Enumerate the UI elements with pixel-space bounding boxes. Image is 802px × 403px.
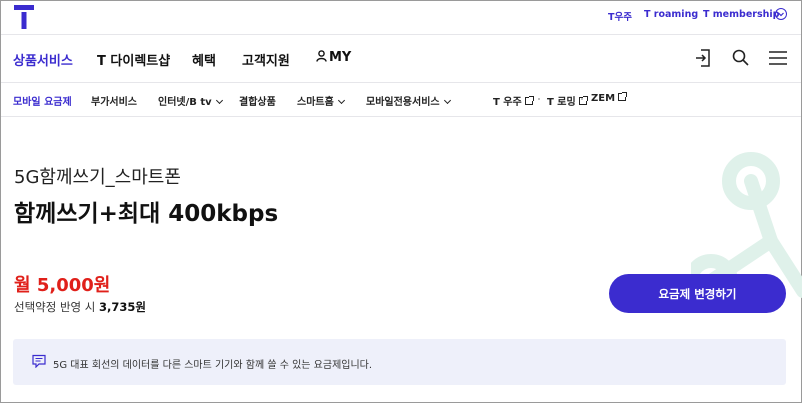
subnav-t-uju-label: T 우주 xyxy=(493,97,522,108)
subnav-mobile-plans[interactable]: 모바일 요금제 xyxy=(13,93,72,108)
subnav-zem[interactable]: ZEM xyxy=(591,92,628,104)
subnav-t-uju[interactable]: T 우주 xyxy=(493,93,534,108)
utility-link-tuju[interactable]: T우주 xyxy=(608,9,632,23)
nav-my[interactable]: MY xyxy=(316,50,351,65)
search-icon[interactable] xyxy=(732,49,749,66)
message-icon xyxy=(32,354,46,368)
utility-link-tmembership[interactable]: T membership xyxy=(703,9,779,20)
subnav-zem-label: ZEM xyxy=(591,93,616,104)
subnav-smarthome[interactable]: 스마트홈 xyxy=(297,93,345,108)
subnav-internet-btv[interactable]: 인터넷/B tv xyxy=(158,93,223,108)
subnav-bundles[interactable]: 결합상품 xyxy=(239,93,276,108)
chevron-down-icon xyxy=(215,96,223,105)
external-link-icon xyxy=(524,96,534,105)
user-icon xyxy=(316,50,327,62)
nav-products-services[interactable]: 상품서비스 xyxy=(13,50,73,69)
nav-divider xyxy=(1,82,801,83)
t-logo[interactable] xyxy=(14,5,34,29)
change-plan-button[interactable]: 요금제 변경하기 xyxy=(609,274,786,313)
subnav-t-roaming[interactable]: T 로밍 xyxy=(547,93,588,108)
plan-price: 월 5,000원 xyxy=(14,275,111,296)
subnav-mobile-exclusive[interactable]: 모바일전용서비스 xyxy=(366,93,451,108)
chevron-down-icon xyxy=(337,96,345,105)
discount-label: 선택약정 반영 시 xyxy=(14,300,96,314)
subnav-addon-services[interactable]: 부가서비스 xyxy=(91,93,137,108)
subnav-t-roaming-label: T 로밍 xyxy=(547,97,576,108)
header-divider xyxy=(1,34,801,35)
subnav-smarthome-label: 스마트홈 xyxy=(297,97,334,108)
separator-dot xyxy=(538,98,540,100)
subnav-divider xyxy=(1,116,801,117)
nav-benefits[interactable]: 혜택 xyxy=(192,50,216,69)
discount-price: 선택약정 반영 시 3,735원 xyxy=(14,299,146,315)
plan-name: 함께쓰기+최대 400kbps xyxy=(14,201,279,227)
subnav-internet-btv-label: 인터넷/B tv xyxy=(158,97,212,108)
discount-value: 3,735원 xyxy=(99,300,146,314)
separator-dot xyxy=(581,98,583,100)
chevron-down-icon xyxy=(443,96,451,105)
external-link-icon xyxy=(618,92,628,101)
nav-customer-support[interactable]: 고객지원 xyxy=(242,50,290,69)
nav-t-direct-shop[interactable]: T 다이렉트샵 xyxy=(97,50,170,69)
menu-icon[interactable] xyxy=(769,51,787,65)
chevron-down-icon[interactable] xyxy=(775,8,787,20)
login-icon[interactable] xyxy=(695,49,711,67)
nav-my-label: MY xyxy=(329,50,352,65)
subnav-mobile-exclusive-label: 모바일전용서비스 xyxy=(366,97,440,108)
plan-description: 5G 대표 회선의 데이터를 다른 스마트 기기와 함께 쓸 수 있는 요금제입… xyxy=(53,360,373,371)
utility-link-troaming[interactable]: T roaming xyxy=(644,9,698,20)
plan-category: 5G함께쓰기_스마트폰 xyxy=(14,167,181,188)
